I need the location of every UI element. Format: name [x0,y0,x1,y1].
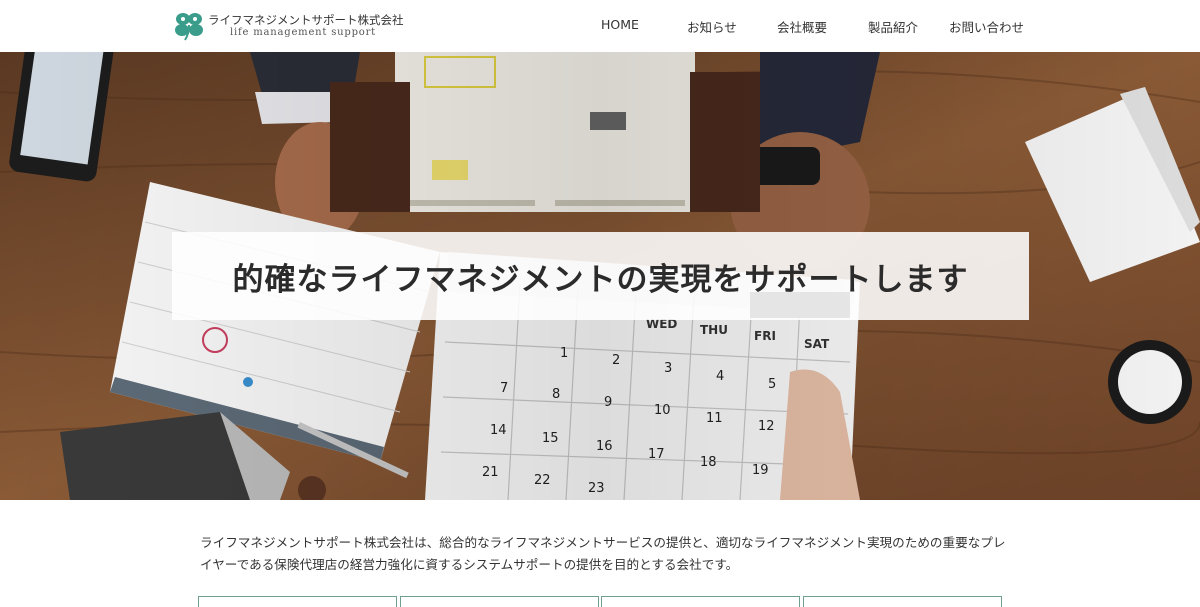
nav-products[interactable]: 製品紹介 [868,17,918,36]
site-header: ライフマネジメントサポート株式会社 life management suppor… [0,0,1200,52]
brand-tagline: life management support [230,27,376,38]
nav-company[interactable]: 会社概要 [777,17,827,36]
feature-cards [198,596,1004,607]
company-intro: ライフマネジメントサポート株式会社は、総合的なライフマネジメントサービスの提供と… [200,535,1006,572]
feature-card[interactable] [601,596,800,607]
nav-news[interactable]: お知らせ [687,17,737,36]
brand-name: ライフマネジメントサポート株式会社 [208,13,404,27]
hero-title: 的確なライフマネジメントの実現をサポートします [232,261,969,298]
feature-card[interactable] [198,596,397,607]
nav-contact[interactable]: お問い合わせ [949,17,1024,36]
main-nav: HOME お知らせ 会社概要 製品紹介 お問い合わせ [560,0,1060,52]
feature-card[interactable] [803,596,1002,607]
hero-section: 123 45 789 101112 141516 171819 212223 W… [0,52,1200,500]
clover-logo-icon [175,13,203,41]
site-logo[interactable]: ライフマネジメントサポート株式会社 life management suppor… [172,8,404,44]
hero-banner: 的確なライフマネジメントの実現をサポートします [172,232,1029,320]
nav-home[interactable]: HOME [601,17,639,32]
feature-card[interactable] [400,596,599,607]
